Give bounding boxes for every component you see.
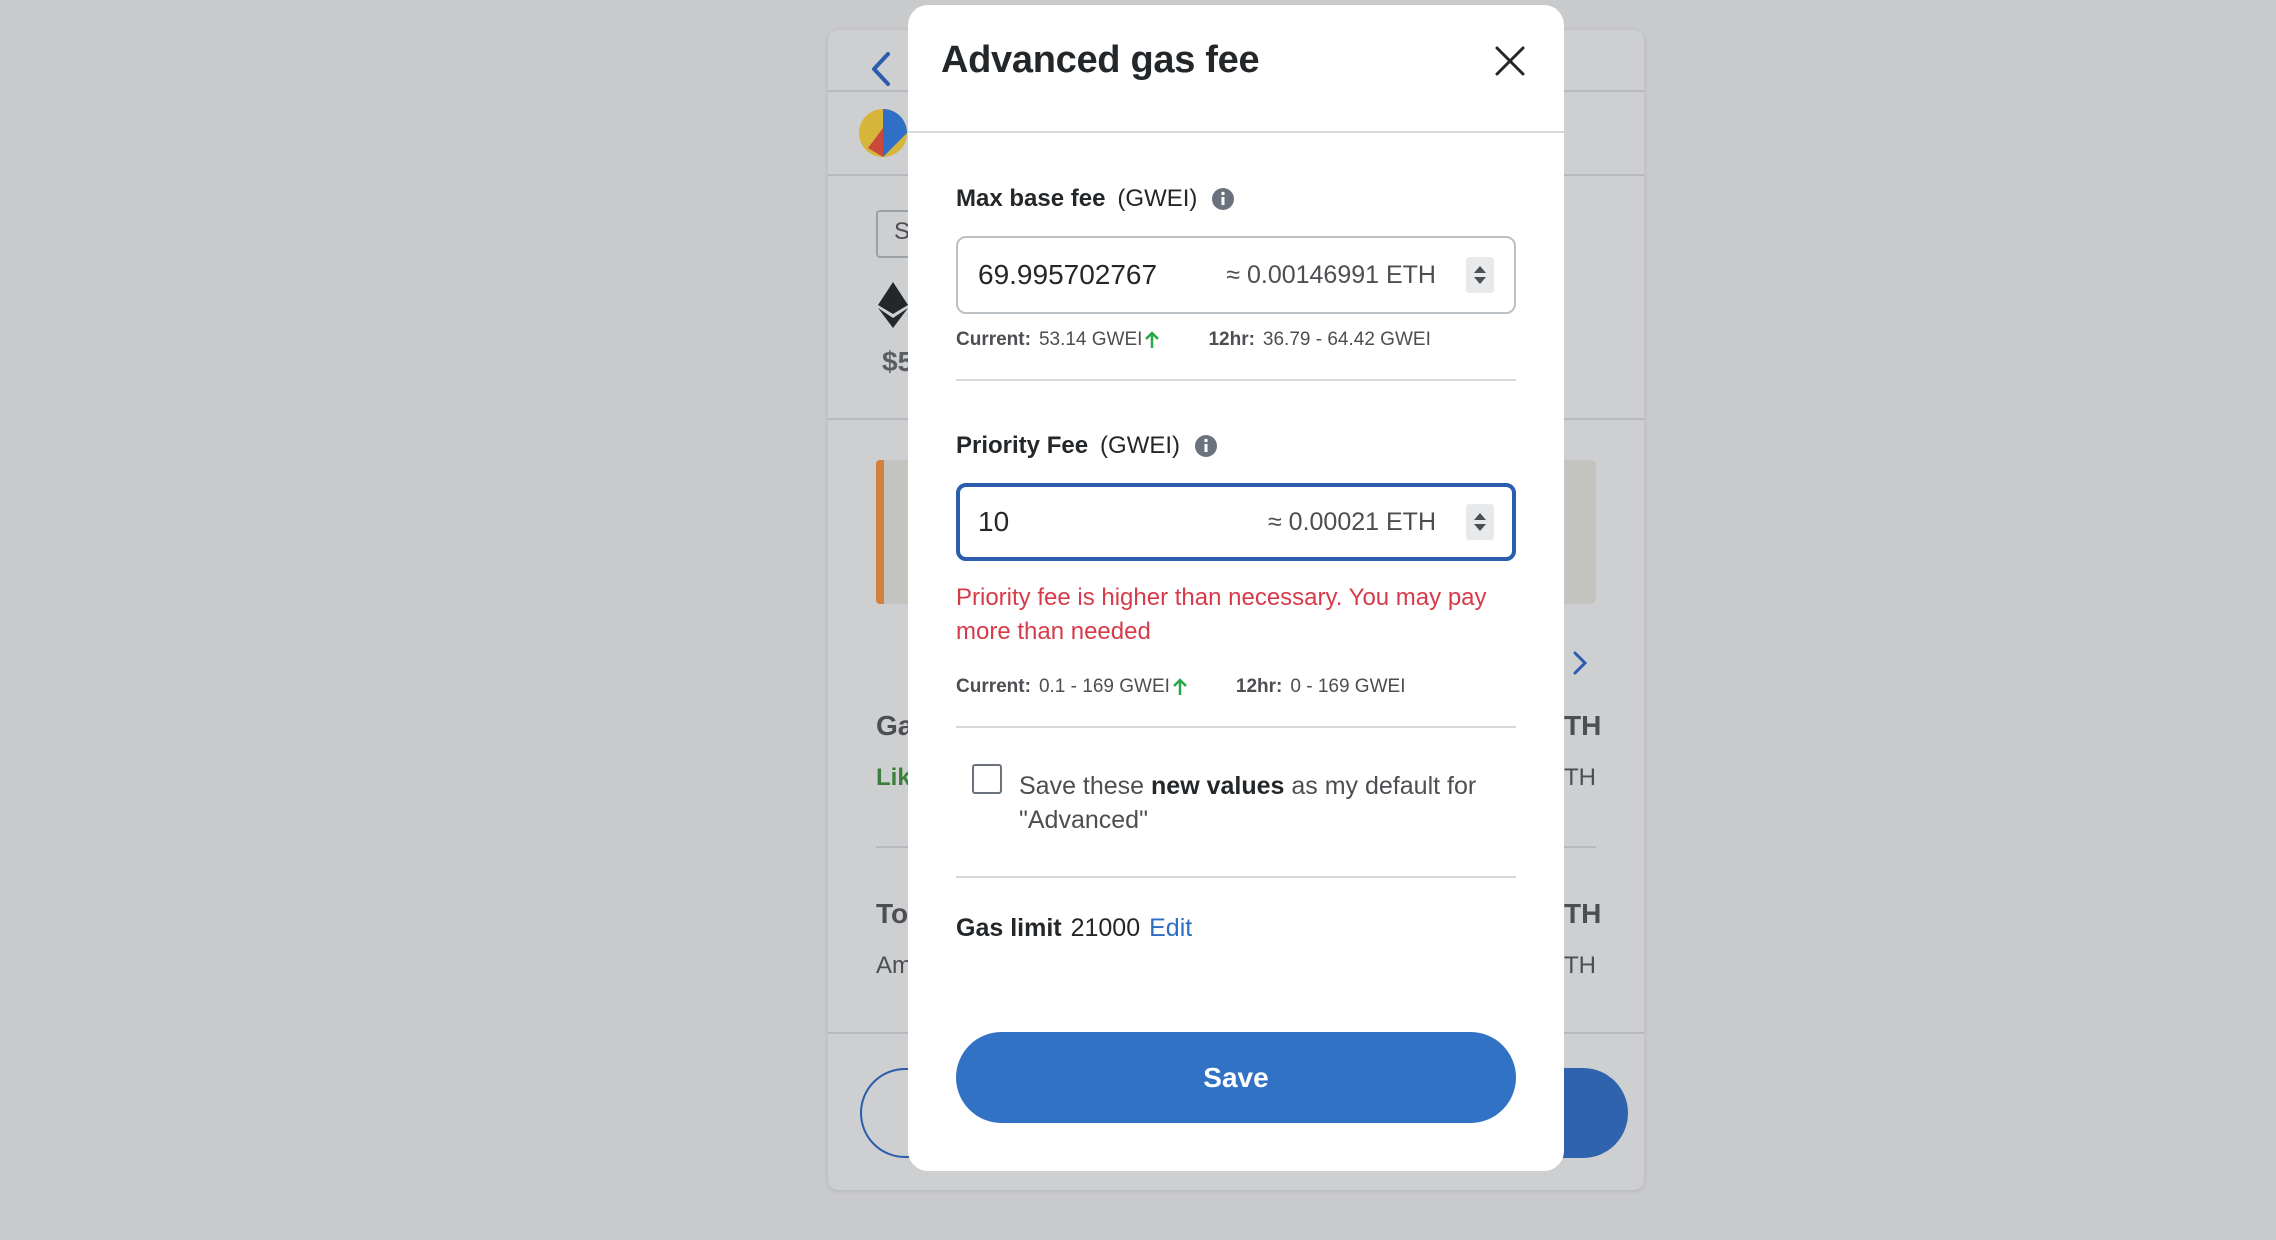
bg-eth-fragment: TH bbox=[1564, 952, 1596, 979]
priority-fee-stepper[interactable] bbox=[1466, 504, 1494, 540]
ethereum-icon bbox=[878, 282, 908, 328]
checkbox-text-before: Save these bbox=[1019, 772, 1152, 800]
section-divider bbox=[956, 379, 1516, 381]
max-base-fee-stats: Current: 53.14 GWEI 12hr: 36.79 - 64.42 … bbox=[956, 329, 1431, 351]
modal-title: Advanced gas fee bbox=[941, 39, 1260, 81]
priority-fee-error: Priority fee is higher than necessary. Y… bbox=[956, 584, 1487, 645]
bg-eth-fragment: TH bbox=[1564, 710, 1602, 741]
bg-amount-fragment: Am bbox=[876, 952, 912, 979]
range-value: 0 - 169 GWEI bbox=[1290, 676, 1406, 697]
priority-fee-eth-estimate: ≈ 0.00021 ETH bbox=[1268, 507, 1436, 536]
priority-fee-title: Priority Fee bbox=[956, 432, 1089, 459]
current-label: Current: bbox=[956, 676, 1031, 697]
bg-total-fragment: To bbox=[876, 898, 909, 929]
current-value: 0.1 - 169 GWEI bbox=[1038, 676, 1170, 697]
stepper-up-icon[interactable] bbox=[1474, 513, 1486, 520]
priority-fee-unit: (GWEI) bbox=[1100, 432, 1181, 459]
chevron-right-icon bbox=[1573, 651, 1588, 675]
stepper-up-icon[interactable] bbox=[1474, 266, 1486, 273]
current-value: 53.14 GWEI bbox=[1038, 329, 1143, 350]
warning-stripe bbox=[876, 460, 884, 604]
current-label: Current: bbox=[956, 329, 1031, 350]
max-base-fee-eth-estimate: ≈ 0.00146991 ETH bbox=[1226, 260, 1436, 289]
info-icon[interactable] bbox=[1211, 187, 1235, 211]
stepper-down-icon[interactable] bbox=[1474, 524, 1486, 531]
account-avatar-icon bbox=[859, 109, 907, 157]
priority-fee-input-box: ≈ 0.00021 ETH bbox=[956, 483, 1516, 561]
bg-eth-fragment: TH bbox=[1564, 898, 1602, 929]
gas-limit-edit-link[interactable]: Edit bbox=[1149, 914, 1192, 943]
save-button[interactable]: Save bbox=[956, 1032, 1516, 1123]
range-value: 36.79 - 64.42 GWEI bbox=[1262, 329, 1431, 350]
gas-limit-value: 21000 bbox=[1070, 914, 1141, 942]
stepper-down-icon[interactable] bbox=[1474, 277, 1486, 284]
section-divider bbox=[956, 876, 1516, 878]
trend-up-icon bbox=[1172, 677, 1188, 697]
range-label: 12hr: bbox=[1208, 329, 1255, 350]
advanced-gas-fee-modal: Advanced gas fee Max base fee (GWEI) ≈ 0… bbox=[908, 5, 1564, 1171]
bg-likely-fragment: Lik bbox=[876, 764, 911, 791]
close-icon bbox=[1495, 46, 1525, 76]
save-as-default-checkbox[interactable] bbox=[972, 764, 1002, 794]
max-base-fee-label: Max base fee (GWEI) bbox=[956, 185, 1235, 213]
max-base-fee-input-box: ≈ 0.00146991 ETH bbox=[956, 236, 1516, 314]
trend-up-icon bbox=[1144, 330, 1160, 350]
bg-eth-fragment: TH bbox=[1564, 764, 1596, 791]
priority-fee-label: Priority Fee (GWEI) bbox=[956, 432, 1218, 460]
max-base-fee-unit: (GWEI) bbox=[1117, 185, 1198, 212]
priority-fee-input[interactable] bbox=[978, 487, 1238, 557]
checkbox-text-bold: new values bbox=[1151, 772, 1285, 800]
save-as-default-label[interactable]: Save these new values as my default for … bbox=[1019, 769, 1499, 837]
priority-fee-stats: Current: 0.1 - 169 GWEI 12hr: 0 - 169 GW… bbox=[956, 676, 1405, 698]
gas-limit-row: Gas limit 21000 Edit bbox=[956, 914, 1192, 943]
max-base-fee-stepper[interactable] bbox=[1466, 257, 1494, 293]
back-arrow-icon bbox=[872, 52, 890, 86]
section-divider bbox=[956, 726, 1516, 728]
max-base-fee-title: Max base fee bbox=[956, 185, 1106, 212]
gas-limit-label: Gas limit bbox=[956, 914, 1062, 942]
info-icon[interactable] bbox=[1194, 434, 1218, 458]
header-divider bbox=[908, 131, 1564, 133]
close-button[interactable] bbox=[1486, 37, 1534, 85]
max-base-fee-input[interactable] bbox=[978, 238, 1238, 312]
range-label: 12hr: bbox=[1235, 676, 1283, 697]
